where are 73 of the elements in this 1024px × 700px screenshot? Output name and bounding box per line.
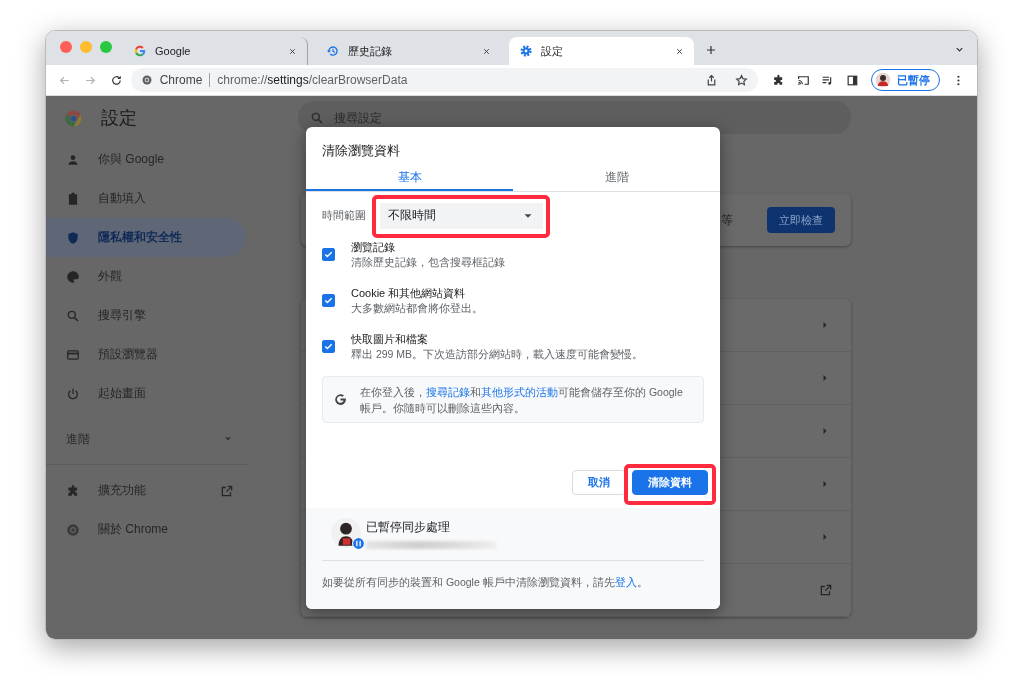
- shield-icon: [66, 230, 80, 245]
- field-label: 時間範圍: [322, 208, 366, 223]
- google-icon: [133, 44, 147, 58]
- site-label: Chrome: [159, 73, 203, 87]
- dialog-title: 清除瀏覽資料: [321, 143, 401, 160]
- palette-icon: [66, 269, 80, 284]
- link[interactable]: 搜尋記錄: [426, 385, 470, 398]
- puzzle-icon[interactable]: [771, 73, 785, 87]
- sidebar-item[interactable]: 外觀: [46, 257, 246, 296]
- sidebar-item[interactable]: 關於 Chrome: [46, 510, 246, 549]
- tab-title: 設定: [541, 43, 564, 59]
- info-text: 在你登入後，搜尋記錄和其他形式的活動可能會儲存至你的 Google 帳戶。你隨時可以刪除這些內容。: [360, 384, 684, 416]
- check-now-button[interactable]: 立即檢查: [767, 207, 835, 233]
- checkbox[interactable]: [322, 294, 335, 307]
- option-title: Cookie 和其他網站資料: [351, 286, 467, 301]
- checkbox[interactable]: [322, 248, 335, 261]
- browser-window-icon: [66, 347, 80, 362]
- history-icon: [326, 44, 340, 58]
- option-description: 釋出 299 MB。下次造訪部分網站時，載入速度可能會變慢。: [351, 347, 644, 362]
- footer-text: 如要從所有同步的裝置和 Google 帳戶中清除瀏覽資料，請先登入。: [322, 575, 649, 590]
- browser-tab[interactable]: 歷史記錄: [316, 37, 501, 65]
- chrome-logo-icon: [64, 108, 83, 128]
- sync-status: 已暫停同步處理: [366, 519, 451, 535]
- side-panel-icon[interactable]: [846, 73, 860, 87]
- sidebar-item[interactable]: 預設瀏覽器: [46, 335, 246, 374]
- cancel-button[interactable]: 取消: [572, 470, 626, 495]
- sidebar-item[interactable]: 起始畫面: [46, 374, 246, 413]
- tab-title: 歷史記錄: [348, 43, 393, 59]
- avatar-icon: [875, 72, 892, 88]
- circle-logo-icon: [140, 74, 153, 86]
- option-title: 瀏覽記錄: [351, 240, 396, 255]
- time-range-dropdown[interactable]: 不限時間: [380, 202, 543, 229]
- browser-tab[interactable]: 設定: [509, 37, 694, 65]
- plus-icon[interactable]: [705, 44, 717, 56]
- checkbox[interactable]: [322, 340, 335, 353]
- check-icon: [323, 295, 334, 306]
- google-g-icon: [333, 392, 348, 407]
- puzzle-icon: [66, 483, 80, 498]
- gear-icon: [519, 44, 533, 58]
- sidebar-item[interactable]: 自動填入: [46, 179, 246, 218]
- section-toggle[interactable]: 進階: [46, 419, 246, 459]
- check-icon: [323, 249, 334, 260]
- check-icon: [323, 341, 334, 352]
- option-description: 清除歷史記錄，包含搜尋框記錄: [351, 255, 505, 270]
- dialog-tab[interactable]: 進階: [513, 165, 720, 191]
- search-icon: [66, 308, 80, 323]
- sync-paused-icon: [352, 537, 365, 550]
- tab-title: Google: [155, 45, 192, 57]
- close-icon[interactable]: [288, 46, 297, 56]
- external-link-icon: [819, 583, 833, 597]
- power-icon: [66, 386, 80, 401]
- clipboard-icon: [66, 191, 80, 206]
- reload-icon[interactable]: [109, 73, 123, 87]
- page-title: 設定: [101, 107, 137, 130]
- dialog-tab[interactable]: 基本: [306, 165, 513, 191]
- cast-icon[interactable]: [796, 73, 810, 87]
- close-icon[interactable]: [482, 46, 491, 56]
- star-icon[interactable]: [734, 73, 748, 87]
- sidebar-item[interactable]: 搜尋引擎: [46, 296, 246, 335]
- close-icon[interactable]: [675, 46, 684, 56]
- circle-logo-icon: [66, 522, 80, 537]
- option-description: 大多數網站都會將你登出。: [351, 301, 483, 316]
- clear-data-button[interactable]: 清除資料: [632, 470, 708, 495]
- address-bar[interactable]: Chrome chrome://settings/clearBrowserData: [130, 68, 758, 92]
- link[interactable]: 登入: [614, 576, 637, 588]
- link[interactable]: 其他形式的活動: [481, 385, 558, 398]
- sidebar-item[interactable]: 隱私權和安全性: [46, 218, 246, 257]
- person-icon: [66, 152, 80, 167]
- card-text: 等: [721, 211, 733, 229]
- url-text: chrome://settings/clearBrowserData: [217, 73, 408, 87]
- sidebar-item[interactable]: 擴充功能: [46, 471, 246, 510]
- avatar-icon: [331, 518, 361, 548]
- option-title: 快取圖片和檔案: [351, 332, 429, 347]
